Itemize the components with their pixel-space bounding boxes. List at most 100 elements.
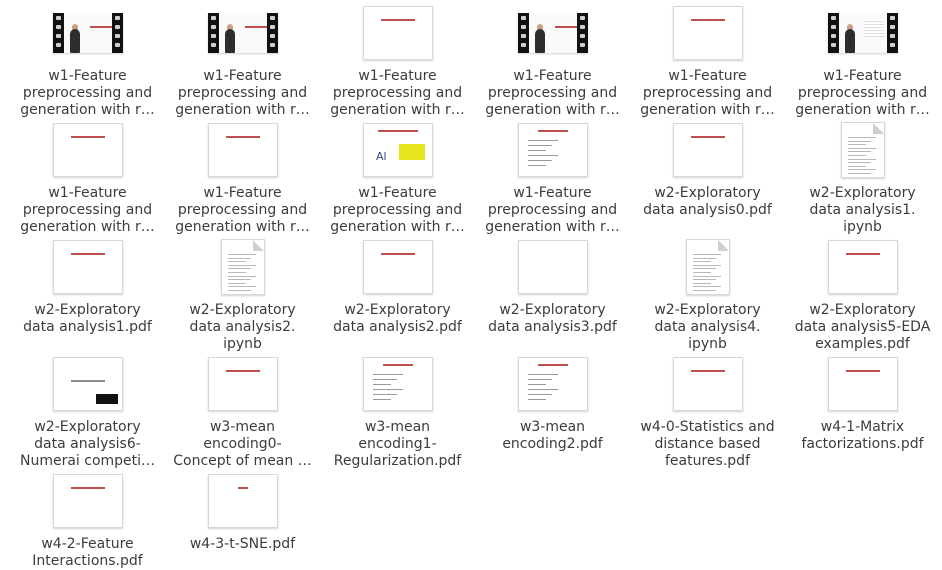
file-item[interactable]: w1-Feature preprocessing and generation wi…	[475, 2, 630, 119]
file-thumbnail	[785, 119, 940, 181]
pdf-thumbnail	[517, 357, 588, 411]
file-name-line: w4-1-Matrix	[820, 419, 905, 435]
file-name: w2-Exploratory data analysis1. ipynb	[788, 185, 938, 236]
video-thumbnail	[207, 13, 278, 53]
file-item[interactable]: w2-Exploratory data analysis0.pdf	[630, 119, 785, 219]
file-item[interactable]: w1-Feature preprocessing and generation wi…	[785, 2, 940, 119]
file-thumbnail	[475, 353, 630, 415]
file-name-line: w1-Feature	[48, 68, 127, 84]
file-name-line: generation with r…	[330, 102, 465, 118]
file-item[interactable]: w1-Feature preprocessing and generation wi…	[165, 119, 320, 236]
file-name-line: factorizations.pdf	[801, 436, 924, 452]
file-item[interactable]: w4-0-Statistics and distance based feature…	[630, 353, 785, 470]
file-name-line: w4-0-Statistics and	[640, 419, 775, 435]
file-name: w2-Exploratory data analysis2.pdf	[323, 302, 473, 336]
file-name-line: w1-Feature	[668, 68, 747, 84]
document-icon	[685, 239, 730, 295]
file-item[interactable]: Al w1-Feature preprocessing and generation …	[320, 119, 475, 236]
video-thumbnail	[52, 13, 123, 53]
file-name: w1-Feature preprocessing and generation wi…	[788, 68, 938, 119]
film-strip-icon	[827, 13, 839, 53]
presenter-icon	[844, 29, 855, 53]
file-name-line: Concept of mean …	[173, 453, 312, 469]
film-strip-icon	[576, 13, 588, 53]
file-item[interactable]: w1-Feature preprocessing and generation wi…	[630, 2, 785, 119]
file-name: w2-Exploratory data analysis1.pdf	[13, 302, 163, 336]
file-thumbnail	[785, 353, 940, 415]
file-thumbnail	[475, 2, 630, 64]
file-name-line: generation with r…	[175, 102, 310, 118]
file-item[interactable]: w1-Feature preprocessing and generation wi…	[10, 119, 165, 236]
file-item[interactable]: w2-Exploratory data analysis2.pdf	[320, 236, 475, 336]
file-name-line: generation with r…	[20, 102, 155, 118]
file-item[interactable]: w1-Feature preprocessing and generation wi…	[165, 2, 320, 119]
file-name-line: w3-mean	[519, 419, 586, 435]
film-strip-icon	[266, 13, 278, 53]
file-item[interactable]: w4-3-t-SNE.pdf	[165, 470, 320, 553]
file-name-line: encoding0-	[203, 436, 282, 452]
file-name-line: data analysis1.pdf	[23, 319, 152, 335]
file-name-line: w2-Exploratory	[34, 419, 141, 435]
file-name-line: w2-Exploratory	[809, 185, 916, 201]
video-thumbnail	[827, 13, 898, 53]
file-item[interactable]: w3-mean encoding2.pdf	[475, 353, 630, 453]
file-name-line: w1-Feature	[203, 185, 282, 201]
file-name: w3-mean encoding0- Concept of mean …	[168, 419, 318, 470]
file-item[interactable]: w4-2-Feature Interactions.pdf	[10, 470, 165, 570]
file-name-line: data analysis1.	[809, 202, 916, 218]
file-item[interactable]: w1-Feature preprocessing and generation wi…	[320, 2, 475, 119]
file-name-line: preprocessing and	[22, 202, 153, 218]
pdf-thumbnail	[672, 123, 743, 177]
file-name-line: w2-Exploratory	[344, 302, 451, 318]
file-name-line: preprocessing and	[177, 202, 308, 218]
file-item[interactable]: w1-Feature preprocessing and generation wi…	[475, 119, 630, 236]
table-graphic	[863, 19, 884, 37]
file-name: w4-1-Matrix factorizations.pdf	[788, 419, 938, 453]
pdf-thumbnail: Al	[362, 123, 433, 177]
file-thumbnail	[165, 353, 320, 415]
file-item[interactable]: w2-Exploratory data analysis6- Numerai com…	[10, 353, 165, 470]
file-name-line: generation with r…	[20, 219, 155, 235]
file-item[interactable]: w2-Exploratory data analysis1.pdf	[10, 236, 165, 336]
file-item[interactable]: w2-Exploratory data analysis4. ipynb	[630, 236, 785, 353]
file-name-line: encoding2.pdf	[502, 436, 603, 452]
pdf-thumbnail	[52, 123, 123, 177]
file-name: w1-Feature preprocessing and generation wi…	[168, 185, 318, 236]
pdf-thumbnail	[672, 6, 743, 60]
presenter-icon	[534, 29, 545, 53]
file-name-line: data analysis3.pdf	[488, 319, 617, 335]
file-name: w1-Feature preprocessing and generation wi…	[13, 68, 163, 119]
file-item[interactable]: w1-Feature preprocessing and generation wi…	[10, 2, 165, 119]
file-item[interactable]: w2-Exploratory data analysis2. ipynb	[165, 236, 320, 353]
file-name-line: data analysis6-	[34, 436, 141, 452]
file-thumbnail	[475, 119, 630, 181]
file-item[interactable]: w2-Exploratory data analysis5-EDA examples…	[785, 236, 940, 353]
page-fold-icon	[872, 123, 884, 134]
file-thumbnail	[165, 470, 320, 532]
file-name-line: data analysis2.pdf	[333, 319, 462, 335]
file-name: w3-mean encoding2.pdf	[478, 419, 628, 453]
file-item[interactable]: w4-1-Matrix factorizations.pdf	[785, 353, 940, 453]
file-name-line: ipynb	[223, 336, 262, 352]
file-thumbnail	[785, 2, 940, 64]
file-name-line: generation with r…	[795, 102, 930, 118]
file-item[interactable]: w2-Exploratory data analysis1. ipynb	[785, 119, 940, 236]
pdf-thumbnail	[52, 357, 123, 411]
file-thumbnail	[320, 353, 475, 415]
file-item[interactable]: w2-Exploratory data analysis3.pdf	[475, 236, 630, 336]
file-name-line: distance based	[654, 436, 761, 452]
file-name-line: w1-Feature	[203, 68, 282, 84]
video-frame	[63, 13, 112, 53]
pdf-thumbnail	[362, 240, 433, 294]
file-name: w2-Exploratory data analysis0.pdf	[633, 185, 783, 219]
file-grid: w1-Feature preprocessing and generation wi…	[0, 0, 942, 569]
file-name-line: preprocessing and	[487, 202, 618, 218]
pdf-thumbnail	[827, 240, 898, 294]
file-name-line: w2-Exploratory	[189, 302, 296, 318]
file-item[interactable]: w3-mean encoding1- Regularization.pdf	[320, 353, 475, 470]
file-item[interactable]: w3-mean encoding0- Concept of mean …	[165, 353, 320, 470]
video-thumbnail	[517, 13, 588, 53]
brand-logo	[95, 394, 118, 404]
film-strip-icon	[517, 13, 529, 53]
file-thumbnail	[630, 353, 785, 415]
